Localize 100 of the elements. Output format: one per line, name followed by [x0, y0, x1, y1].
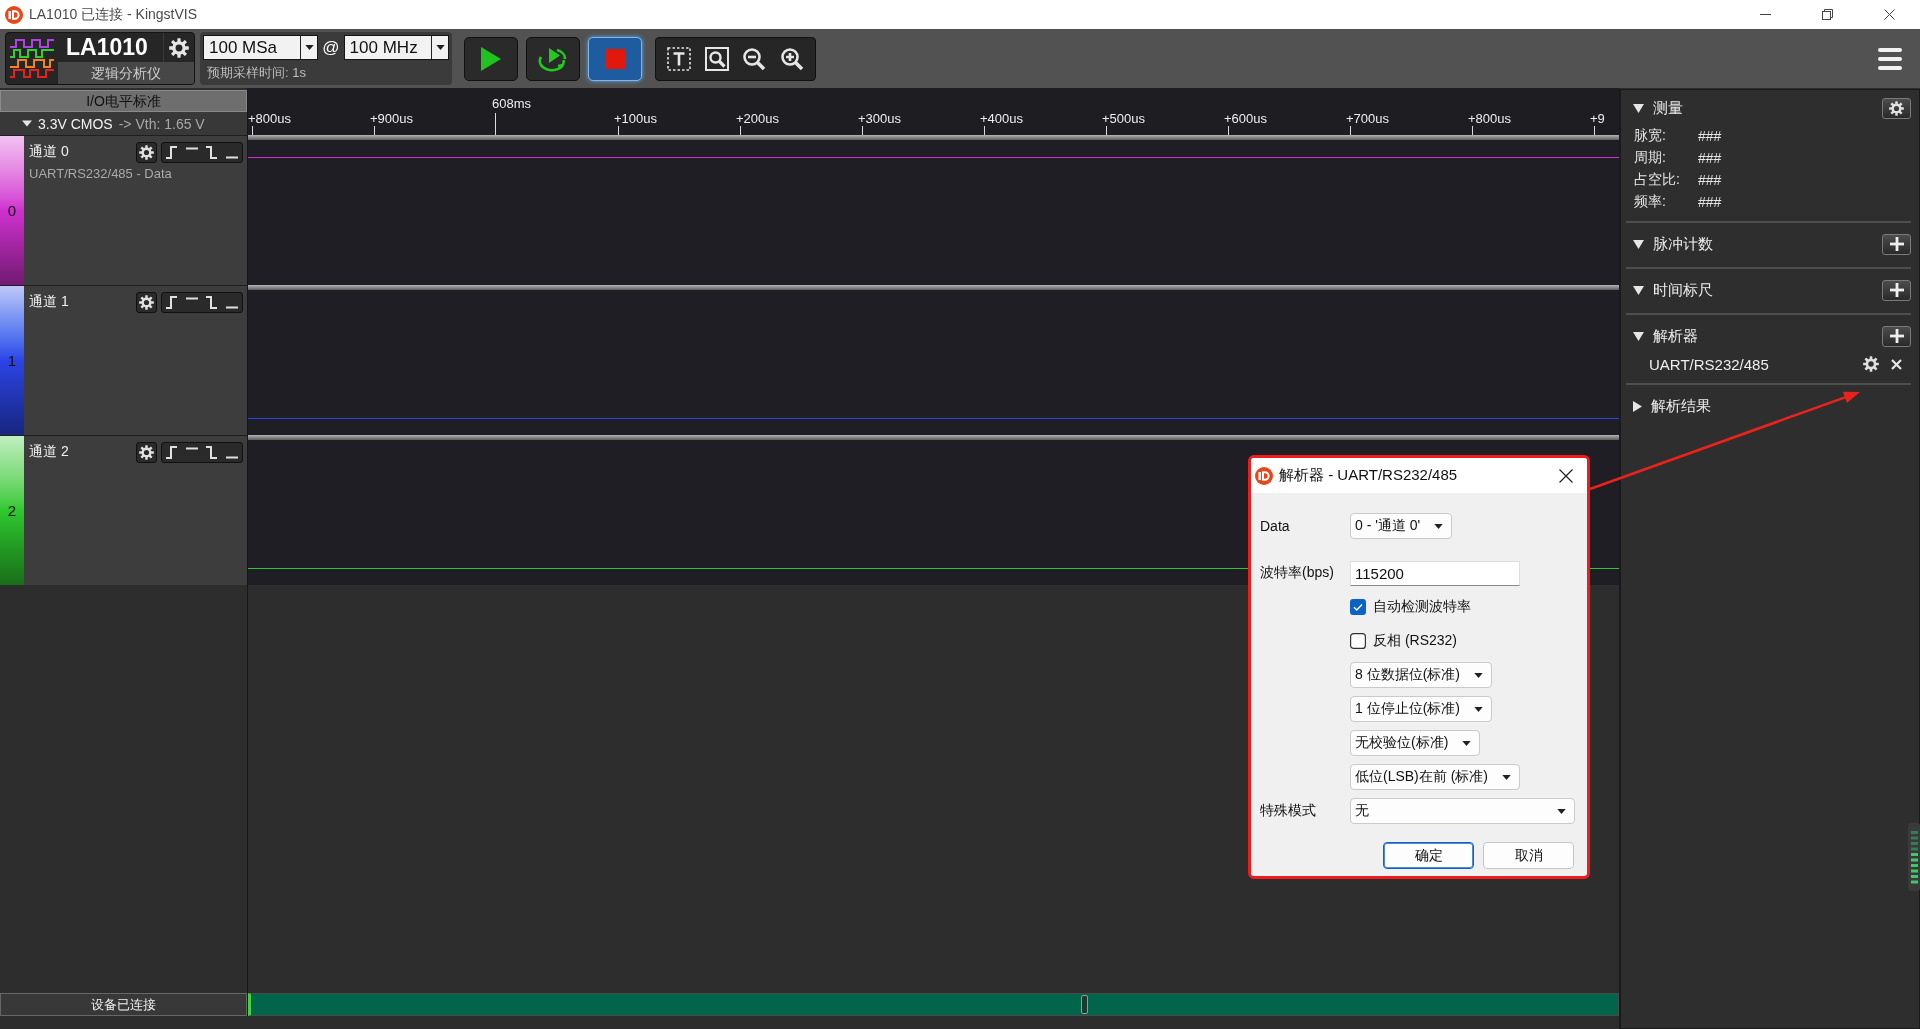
channel-name[interactable]: 通道 0 — [29, 143, 136, 161]
channel-settings-button[interactable] — [136, 291, 157, 313]
menu-icon[interactable] — [1878, 47, 1902, 70]
caret-right-icon[interactable] — [1633, 400, 1642, 412]
checkbox-label[interactable]: 自动检测波特率 — [1373, 598, 1471, 616]
cancel-button[interactable]: 取消 — [1483, 842, 1574, 869]
channel-name[interactable]: 通道 2 — [29, 443, 136, 461]
high-level-icon[interactable] — [186, 146, 198, 150]
play-icon — [481, 46, 501, 71]
section-title[interactable]: 解析器 — [1653, 326, 1882, 346]
section-title[interactable]: 解析结果 — [1651, 396, 1911, 416]
high-level-icon[interactable] — [186, 296, 198, 300]
gear-icon — [139, 294, 154, 310]
section-title[interactable]: 时间标尺 — [1653, 280, 1882, 300]
ruler-label: +600us — [1224, 111, 1267, 126]
measure-label: 频率: — [1634, 193, 1667, 211]
high-level-icon[interactable] — [186, 446, 198, 450]
start-button[interactable] — [464, 36, 518, 81]
window-title: LA1010 已连接 - KingstVIS — [29, 5, 198, 24]
stop-icon — [605, 48, 625, 69]
measure-label: 占空比: — [1634, 171, 1681, 189]
ruler-label: +800us — [248, 111, 291, 126]
zoom-box-icon[interactable] — [704, 46, 729, 71]
stop-button[interactable] — [588, 36, 642, 81]
channel-settings-button[interactable] — [136, 441, 157, 463]
decoder-item[interactable]: UART/RS232/485 — [1649, 355, 1863, 373]
device-name: LA1010 — [65, 34, 149, 61]
settings-icon[interactable] — [1863, 356, 1879, 372]
io-standard-header: I/O电平标准 — [0, 90, 247, 112]
io-standard-value[interactable]: 3.3V CMOS — [38, 115, 113, 132]
ruler-label: +800us — [1468, 111, 1511, 126]
channel-number: 1 — [7, 352, 17, 369]
decoder-label: UART/RS232/485 - Data — [29, 166, 173, 181]
caret-icon — [1474, 672, 1483, 678]
caret-down-icon[interactable] — [1633, 331, 1644, 341]
dropdown[interactable]: 无校验位(标准) — [1350, 730, 1481, 756]
ok-button[interactable]: 确定 — [1383, 842, 1474, 869]
measure-value: ### — [1698, 172, 1722, 188]
caret-down-icon[interactable] — [1633, 239, 1644, 249]
loop-button[interactable] — [526, 36, 580, 81]
restore-icon[interactable] — [1821, 9, 1833, 20]
channel-settings-button[interactable] — [136, 141, 157, 163]
zoom-out-icon[interactable] — [742, 46, 767, 71]
falling-edge-icon[interactable] — [206, 445, 218, 459]
gear-icon — [139, 444, 154, 460]
measure-value: ### — [1698, 128, 1722, 144]
field-label: 波特率(bps) — [1260, 564, 1335, 582]
rising-edge-icon[interactable] — [166, 445, 178, 459]
add-button[interactable] — [1882, 279, 1911, 301]
ruler-label: +200us — [736, 111, 779, 126]
dropdown[interactable]: 低位(LSB)在前 (标准) — [1350, 764, 1520, 790]
rising-edge-icon[interactable] — [166, 145, 178, 159]
section-title[interactable]: 测量 — [1653, 98, 1882, 118]
low-level-icon[interactable] — [226, 155, 238, 159]
ruler-label: +300us — [858, 111, 901, 126]
ruler-label: +100us — [614, 111, 657, 126]
caret-down-icon[interactable] — [1633, 285, 1644, 295]
dropdown[interactable]: 无 — [1350, 798, 1575, 824]
channel-name[interactable]: 通道 1 — [29, 293, 136, 311]
falling-edge-icon[interactable] — [206, 145, 218, 159]
at-sign: @ — [322, 37, 340, 58]
dropdown[interactable]: 8 位数据位(标准) — [1350, 662, 1492, 688]
rising-edge-icon[interactable] — [166, 295, 178, 309]
checkbox[interactable] — [1350, 599, 1366, 615]
sample-rate-dropdown[interactable]: 100 MHz — [343, 35, 449, 60]
text-tool-icon[interactable] — [666, 46, 691, 71]
section-title[interactable]: 脉冲计数 — [1653, 234, 1882, 254]
dialog-title: 解析器 - UART/RS232/485 — [1279, 466, 1459, 485]
caret-icon — [1557, 808, 1566, 814]
low-level-icon[interactable] — [226, 455, 238, 459]
measure-value: ### — [1698, 150, 1722, 166]
plus-icon — [1889, 237, 1904, 251]
low-level-icon[interactable] — [226, 305, 238, 309]
settings-button[interactable] — [1882, 97, 1911, 119]
caret-down-icon[interactable] — [1633, 103, 1644, 113]
gear-icon — [1889, 100, 1904, 116]
channel-number: 0 — [7, 202, 17, 219]
add-button[interactable] — [1882, 325, 1911, 347]
add-button[interactable] — [1882, 233, 1911, 255]
app-logo-icon — [5, 5, 23, 24]
checkbox[interactable] — [1350, 633, 1366, 649]
estimated-time: 预期采样时间: 1s — [206, 64, 307, 82]
sample-depth-dropdown[interactable]: 100 MSa — [203, 35, 319, 60]
measure-value: ### — [1698, 194, 1722, 210]
scroll-handle[interactable] — [1081, 995, 1088, 1014]
input-field[interactable]: 115200 — [1350, 560, 1520, 586]
ruler-label: +9 — [1590, 111, 1605, 126]
app-logo-icon — [1255, 466, 1273, 485]
waveform-icon — [9, 38, 55, 79]
dropdown[interactable]: 0 - '通道 0' — [1350, 513, 1453, 539]
close-icon[interactable] — [1559, 468, 1573, 483]
checkbox-label[interactable]: 反相 (RS232) — [1373, 632, 1458, 650]
settings-icon[interactable] — [169, 37, 189, 58]
falling-edge-icon[interactable] — [206, 295, 218, 309]
measure-label: 脉宽: — [1634, 127, 1667, 145]
close-icon[interactable] — [1883, 9, 1895, 20]
field-label: 特殊模式 — [1260, 802, 1317, 820]
zoom-in-icon[interactable] — [780, 46, 805, 71]
dropdown[interactable]: 1 位停止位(标准) — [1350, 696, 1492, 722]
minimize-icon[interactable] — [1759, 14, 1771, 15]
